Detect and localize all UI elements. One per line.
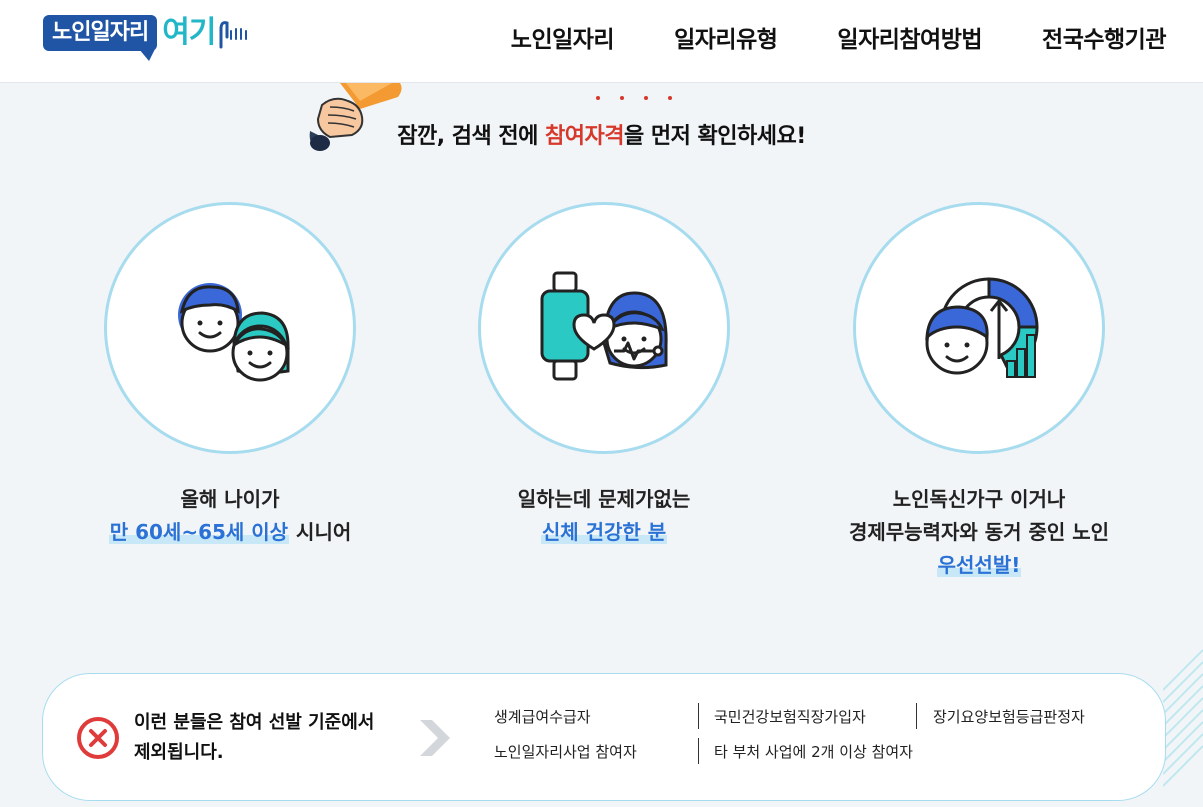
notice-highlight: 참여자격 [545,124,624,149]
chevron-right-icon [420,720,450,756]
health-requirement-circle [478,202,730,454]
card-age-text: 올해 나이가 만 60세~65세 이상 시니어 [40,483,420,549]
card-priority-line2: 경제무능력자와 동거 중인 노인 [848,520,1110,544]
card-age-highlight: 만 60세~65세 이상 [108,520,290,544]
main-nav: 노인일자리 일자리유형 일자리참여방법 전국수행기관 [511,20,1167,54]
nav-job-types[interactable]: 일자리유형 [674,20,778,54]
card-age-line1: 올해 나이가 [180,487,280,511]
card-health-highlight: 신체 건강한 분 [540,520,668,544]
decorative-stripes [1163,649,1203,787]
exclusion-item: 생계급여수급자 [494,708,591,726]
close-circle-icon [77,717,119,759]
exclusion-title-line1: 이런 분들은 참여 선발 기준에서 [134,712,375,733]
exclusion-item: 타 부처 사업에 2개 이상 참여자 [714,743,913,761]
exclusion-item: 노인일자리사업 참여자 [494,743,637,761]
exclusion-item: 국민건강보험직장가입자 [714,708,866,726]
card-priority-text: 노인독신가구 이거나 경제무능력자와 동거 중인 노인 우선선발! [789,483,1169,582]
exclusion-divider [698,703,699,729]
logo-accent-text: 여기 [162,15,216,50]
eligibility-notice: 잠깐, 검색 전에 참여자격을 먼저 확인하세요! [0,118,1203,150]
card-health-text: 일하는데 문제가없는 신체 건강한 분 [414,483,794,549]
logo-text: 노인일자리 [43,15,158,61]
senior-couple-icon [178,283,291,382]
site-logo[interactable]: 노인일자리 여기 [43,15,257,61]
exclusion-item: 장기요양보험등급판정자 [933,708,1085,726]
pointing-hand-icon [219,21,248,49]
smartwatch-health-icon [540,271,668,381]
card-priority-highlight: 우선선발! [936,553,1022,577]
nav-agencies[interactable]: 전국수행기관 [1042,20,1166,54]
notice-text-before: 잠깐, 검색 전에 [397,124,546,149]
card-age-line2-rest: 시니어 [289,520,352,544]
card-priority-line1: 노인독신가구 이거나 [892,487,1066,511]
site-header: 노인일자리 여기 노인일자리 일자리유형 일자리참여방법 전국수행기관 [0,0,1203,83]
notice-text-after: 을 먼저 확인하세요! [623,124,806,149]
exclusion-title: 이런 분들은 참여 선발 기준에서 제외됩니다. [134,708,374,768]
nav-senior-jobs[interactable]: 노인일자리 [511,20,615,54]
card-health-line1: 일하는데 문제가없는 [517,487,691,511]
exclusion-divider [916,703,917,729]
emphasis-dots [596,96,672,100]
exclusion-title-line2: 제외됩니다. [134,742,224,763]
nav-how-to-join[interactable]: 일자리참여방법 [837,20,982,54]
priority-selection-circle [853,202,1105,454]
exclusion-divider [698,738,699,764]
senior-chart-icon [925,277,1039,378]
age-requirement-circle [104,202,356,454]
